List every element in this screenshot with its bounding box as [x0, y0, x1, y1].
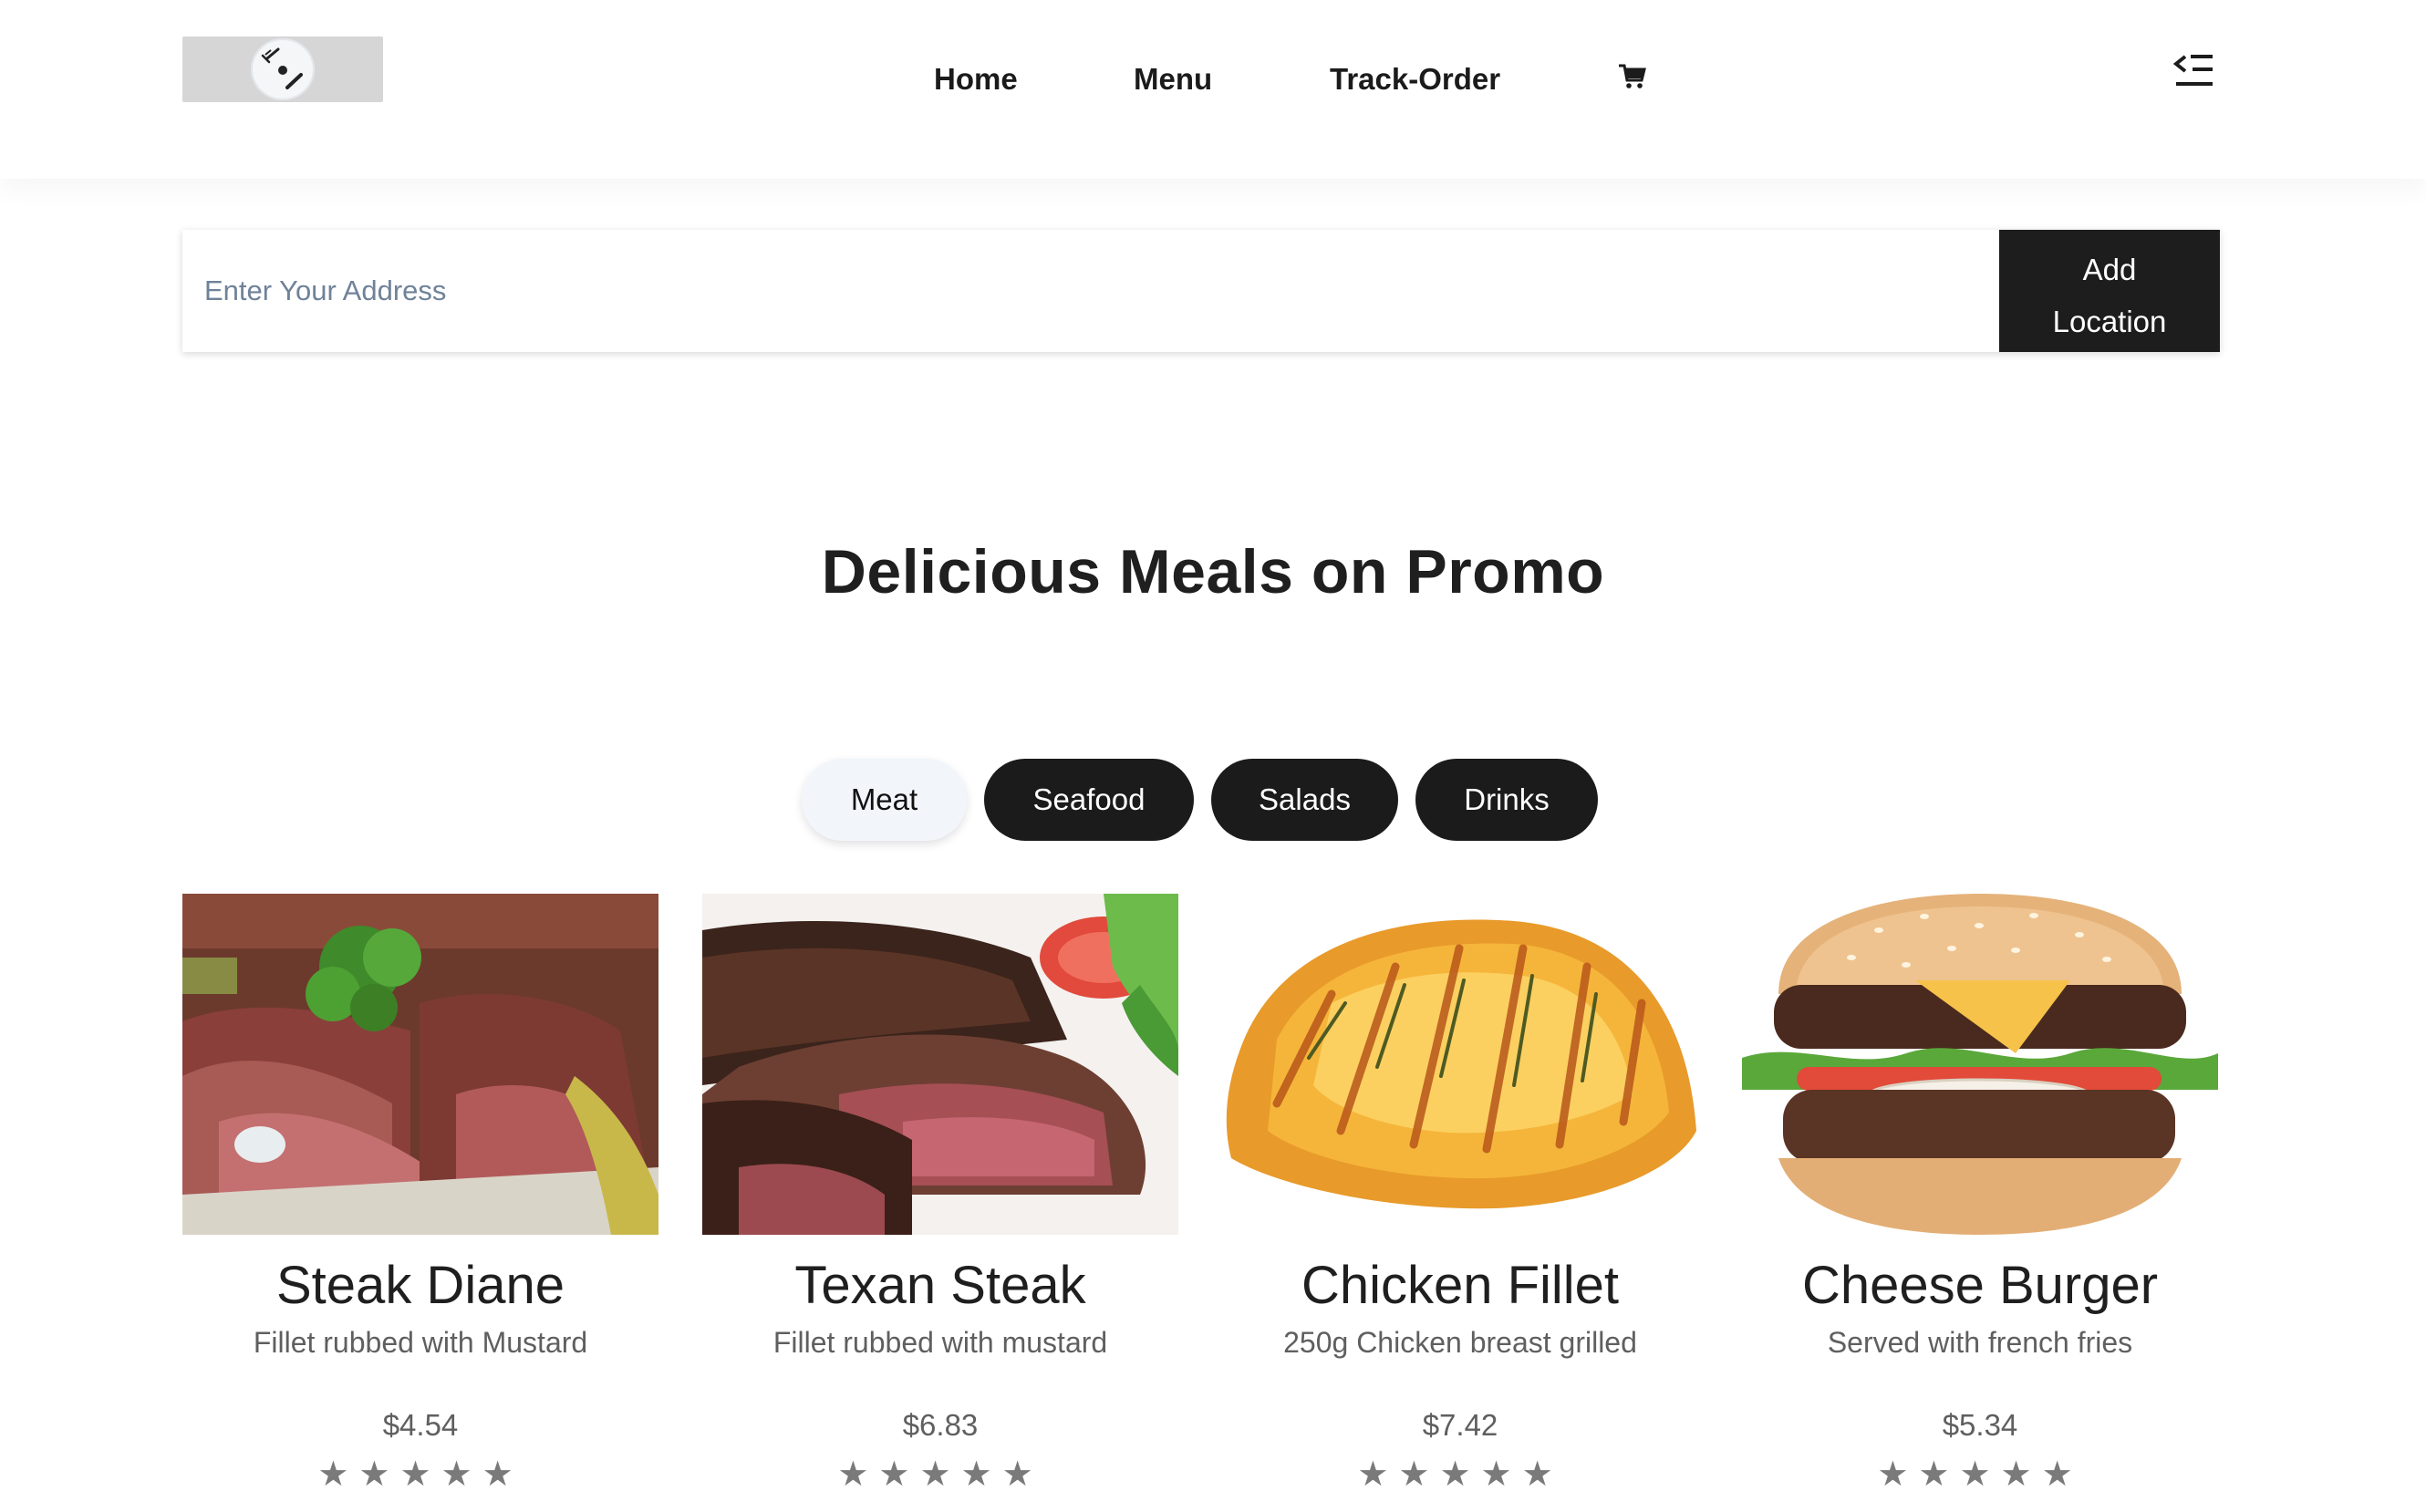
product-name: Cheese Burger	[1801, 1256, 2159, 1315]
add-location-label-line1: Add	[2082, 253, 2137, 286]
rating-stars: ★★★★★	[1357, 1455, 1563, 1494]
product-card[interactable]: Texan Steak Fillet rubbed with mustard $…	[702, 894, 1178, 1512]
category-tab-salads[interactable]: Salads	[1211, 759, 1398, 841]
rating-stars: ★★★★★	[317, 1455, 524, 1494]
steak-diane-photo	[182, 894, 658, 1235]
product-description: Fillet rubbed with mustard	[772, 1326, 1108, 1359]
add-location-button[interactable]: Add Location	[1999, 230, 2220, 352]
product-name: Texan Steak	[794, 1256, 1086, 1315]
nav-home-link[interactable]: Home	[934, 57, 1018, 102]
add-location-label-line2: Location	[2052, 305, 2167, 338]
product-card[interactable]: Chicken Fillet 250g Chicken breast grill…	[1222, 894, 1698, 1512]
address-input[interactable]	[182, 230, 1997, 352]
site-header: Home Menu Track-Order	[0, 0, 2426, 179]
shopping-cart-icon[interactable]	[1617, 60, 1648, 91]
category-tab-meat[interactable]: Meat	[802, 759, 967, 841]
texan-steak-photo	[702, 894, 1178, 1235]
product-name: Steak Diane	[276, 1256, 565, 1315]
product-name: Chicken Fillet	[1301, 1256, 1620, 1315]
main-nav: Home Menu Track-Order	[0, 57, 2426, 102]
product-price: $5.34	[1942, 1408, 2018, 1442]
category-tab-seafood[interactable]: Seafood	[984, 759, 1194, 841]
nav-menu-link[interactable]: Menu	[1134, 57, 1212, 102]
menu-collapse-icon[interactable]	[2172, 51, 2216, 91]
chicken-fillet-photo	[1222, 894, 1698, 1235]
rating-stars: ★★★★★	[1877, 1455, 2083, 1494]
category-tab-drinks[interactable]: Drinks	[1415, 759, 1598, 841]
nav-track-order-link[interactable]: Track-Order	[1330, 57, 1500, 102]
product-description: 250g Chicken breast grilled	[1283, 1326, 1637, 1359]
cheese-burger-photo	[1742, 894, 2218, 1235]
product-description: Served with french fries	[1827, 1326, 2133, 1359]
product-card[interactable]: Cheese Burger Served with french fries $…	[1742, 894, 2218, 1512]
product-card[interactable]: Steak Diane Fillet rubbed with Mustard $…	[182, 894, 658, 1512]
product-price: $6.83	[902, 1408, 979, 1442]
rating-stars: ★★★★★	[837, 1455, 1043, 1494]
product-description: Fillet rubbed with Mustard	[253, 1326, 588, 1359]
product-price: $7.42	[1422, 1408, 1498, 1442]
product-price: $4.54	[382, 1408, 459, 1442]
promo-title: Delicious Meals on Promo	[821, 537, 1605, 606]
address-bar: Add Location	[182, 230, 2220, 352]
